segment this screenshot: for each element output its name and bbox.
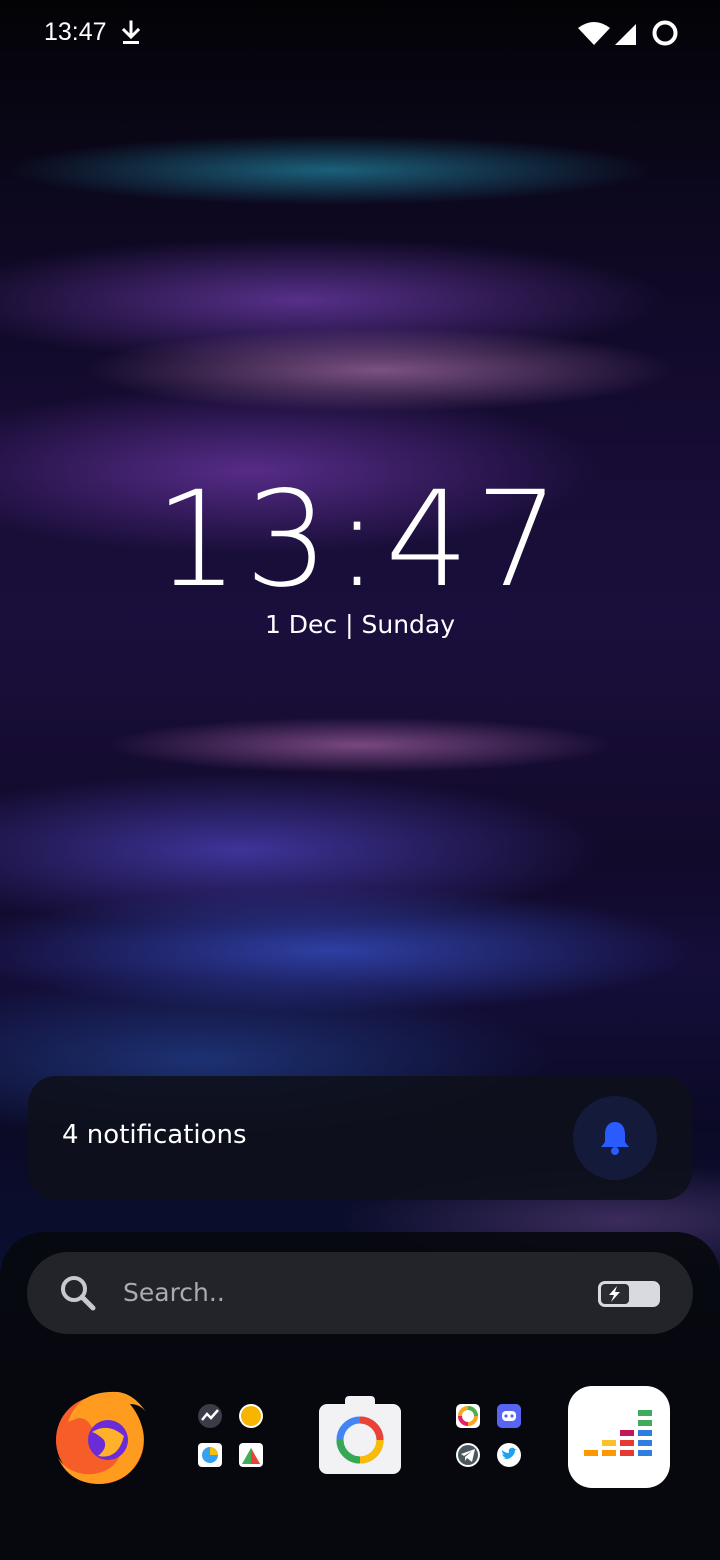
ring-app-icon — [456, 1404, 480, 1428]
twitter-icon — [497, 1443, 521, 1467]
search-bar[interactable]: Search.. — [27, 1252, 693, 1334]
battery-ring-icon — [652, 20, 678, 46]
cell-signal-icon — [615, 24, 636, 45]
search-icon — [61, 1276, 96, 1311]
home-screen: 13:47 13:47 1 Dec | Sunday 4 notificatio… — [0, 0, 720, 1560]
notification-card[interactable]: 4 notifications — [28, 1076, 692, 1200]
discord-icon — [497, 1404, 521, 1428]
maps-app-icon — [239, 1443, 263, 1467]
battery-charging-icon — [598, 1281, 660, 1307]
tools-folder[interactable] — [176, 1382, 286, 1492]
lockscreen-date: 1 Dec | Sunday — [264, 610, 456, 639]
bell-icon — [601, 1122, 629, 1155]
notification-count-label: 4 notifications — [62, 1120, 247, 1150]
dock-panel: Search.. — [0, 1232, 720, 1560]
camera-app[interactable] — [305, 1382, 415, 1492]
activity-chart-icon — [198, 1404, 222, 1428]
lockscreen-clock: 13:47 — [154, 463, 566, 617]
social-folder[interactable] — [434, 1382, 544, 1492]
sun-app-icon — [239, 1404, 263, 1428]
dock-apps — [0, 1382, 720, 1492]
camera-icon — [319, 1396, 401, 1474]
wifi-icon — [578, 22, 610, 45]
firefox-icon — [56, 1391, 146, 1484]
photos-app-icon — [198, 1443, 222, 1467]
notification-bell-button[interactable] — [573, 1096, 657, 1180]
firefox-app[interactable] — [48, 1382, 158, 1492]
search-placeholder: Search.. — [123, 1278, 225, 1307]
status-time: 13:47 — [44, 18, 107, 46]
status-bar: 13:47 — [0, 0, 720, 66]
download-icon — [121, 20, 141, 44]
deezer-icon — [568, 1386, 670, 1488]
deezer-app[interactable] — [564, 1382, 674, 1492]
telegram-icon — [456, 1443, 480, 1467]
